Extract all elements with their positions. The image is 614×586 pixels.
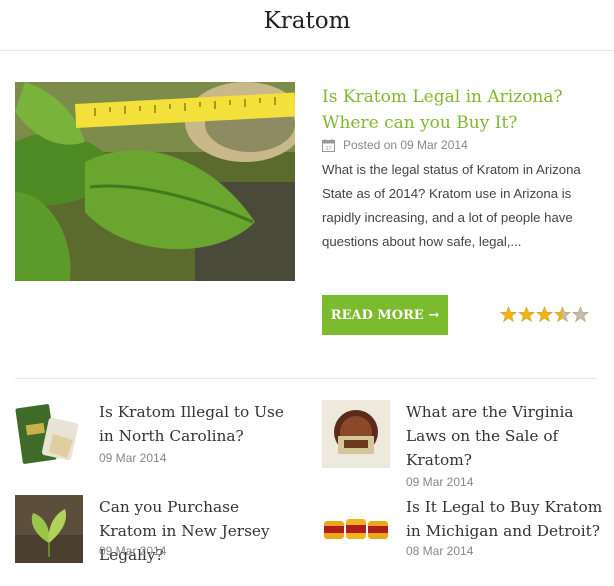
star-icon[interactable] [571,306,590,323]
list-item[interactable]: Is Kratom Illegal to Use in North Caroli… [15,400,305,480]
post-date: 09 Mar 2014 [406,475,474,489]
list-item[interactable]: Can you Purchase Kratom in New Jersey Le… [15,495,305,565]
post-thumbnail[interactable] [15,495,83,563]
post-title[interactable]: Is It Legal to Buy Kratom in Michigan an… [406,495,606,543]
svg-text:17: 17 [325,146,331,152]
star-icon[interactable] [517,306,536,323]
post-thumbnail[interactable] [322,400,390,468]
featured-post-excerpt: What is the legal status of Kratom in Ar… [322,162,581,249]
section-divider [15,378,597,379]
site-header: Kratom [0,0,614,51]
featured-post-image[interactable] [15,82,295,281]
post-date: 09 Mar 2014 [99,451,167,465]
featured-post-date: Posted on 09 Mar 2014 [343,138,468,152]
post-thumbnail[interactable] [322,495,390,563]
post-title[interactable]: Is Kratom Illegal to Use in North Caroli… [99,400,299,448]
list-item[interactable]: Is It Legal to Buy Kratom in Michigan an… [322,495,612,565]
post-date: 08 Mar 2014 [406,544,474,558]
post-title[interactable]: What are the Virginia Laws on the Sale o… [406,400,606,472]
post-thumbnail[interactable] [15,400,83,468]
featured-post-title[interactable]: Is Kratom Legal in Arizona? Where can yo… [322,84,602,136]
star-icon[interactable] [499,306,518,323]
post-date: 09 Mar 2014 [99,544,167,558]
site-title[interactable]: Kratom [0,6,614,36]
star-icon[interactable] [535,306,554,323]
featured-post-meta: 17 Posted on 09 Mar 2014 [322,137,468,153]
star-rating[interactable] [499,306,590,323]
calendar-icon: 17 [322,138,335,152]
star-icon[interactable] [553,306,572,323]
read-more-button[interactable]: READ MORE → [322,295,448,335]
list-item[interactable]: What are the Virginia Laws on the Sale o… [322,400,612,490]
